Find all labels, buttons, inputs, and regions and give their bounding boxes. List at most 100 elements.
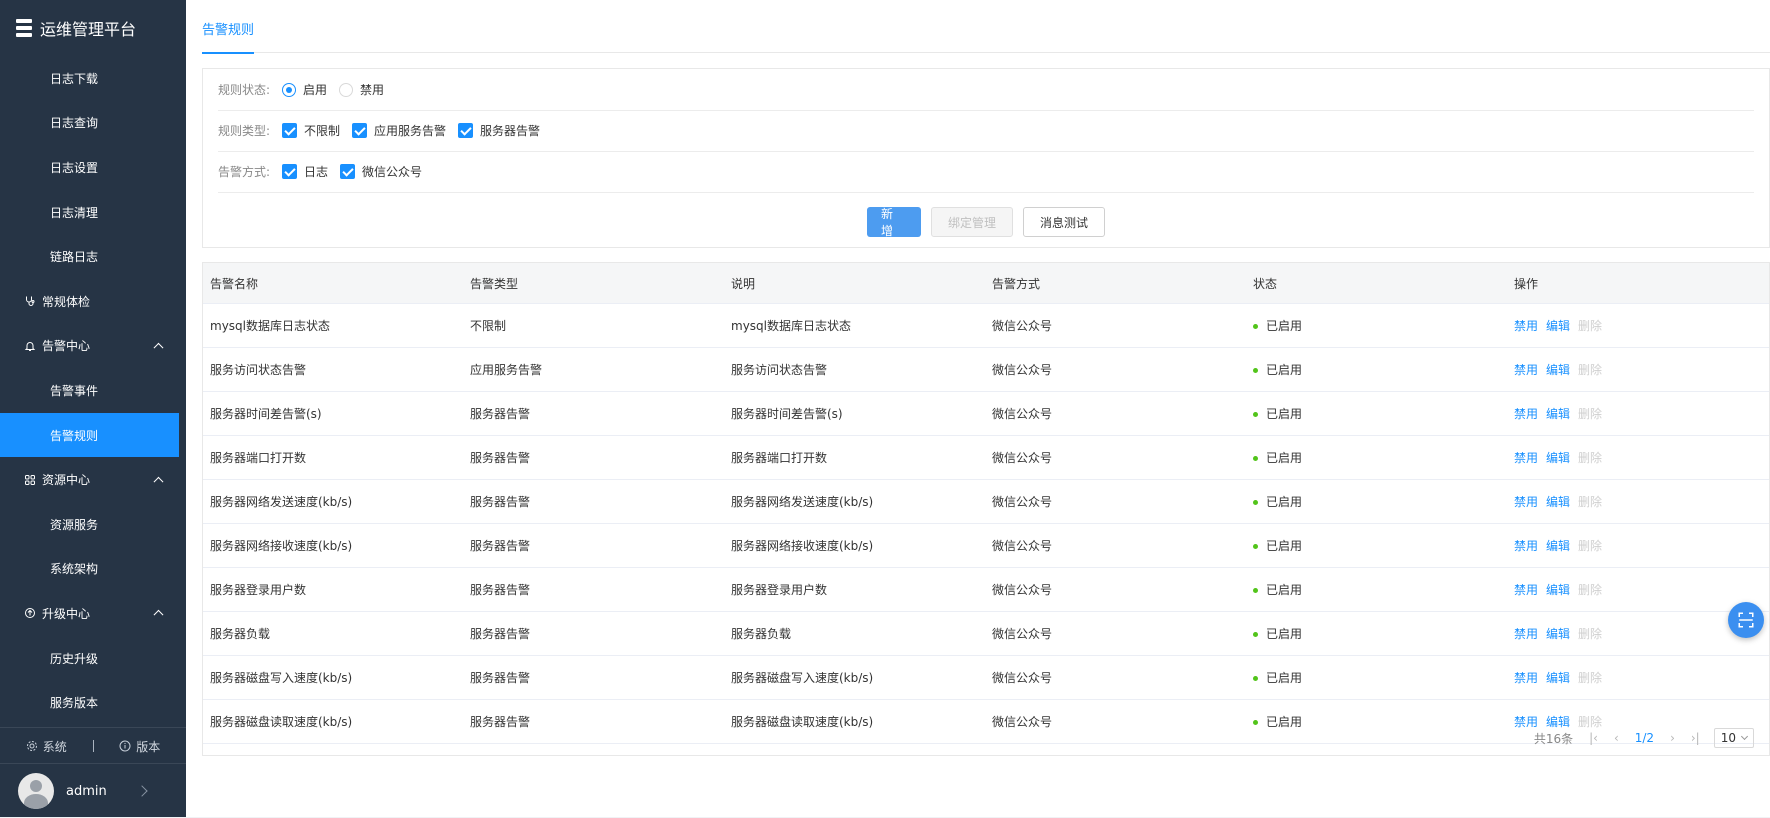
status-dot (1253, 632, 1258, 637)
sidebar-item-3[interactable]: 日志清理 (0, 190, 186, 235)
edit-link[interactable]: 编辑 (1546, 495, 1570, 509)
status-dot (1253, 324, 1258, 329)
delete-link[interactable]: 删除 (1578, 451, 1602, 465)
checkbox-type-unlimited[interactable]: 不限制 (282, 122, 340, 139)
sidebar-item-0[interactable]: 日志下载 (0, 56, 186, 101)
sidebar-item-8[interactable]: 告警规则 (0, 412, 179, 458)
disable-link[interactable]: 禁用 (1514, 407, 1538, 421)
edit-link[interactable]: 编辑 (1546, 627, 1570, 641)
filter-actions: 新 增 绑定管理 消息测试 (203, 207, 1769, 239)
message-test-button[interactable]: 消息测试 (1023, 207, 1105, 237)
radio-disabled-control[interactable] (339, 82, 354, 97)
checkbox-label: 不限制 (304, 124, 341, 138)
prev-page-icon[interactable]: ‹ (1614, 731, 1619, 745)
sidebar-item-14[interactable]: 服务版本 (0, 680, 186, 725)
delete-link[interactable]: 删除 (1578, 407, 1602, 421)
edit-link[interactable]: 编辑 (1546, 407, 1570, 421)
status-text: 已启用 (1266, 583, 1303, 597)
radio-enabled[interactable]: 启用 (282, 81, 327, 98)
page-size-value: 10 (1720, 731, 1736, 745)
disable-link[interactable]: 禁用 (1514, 627, 1538, 641)
checkbox-control[interactable] (352, 123, 368, 138)
checkbox-control[interactable] (340, 164, 356, 179)
next-page-icon[interactable]: › (1670, 731, 1675, 745)
checkbox-type-server[interactable]: 服务器告警 (458, 122, 540, 139)
checkbox-type-app[interactable]: 应用服务告警 (352, 122, 446, 139)
chevron-right-icon (136, 785, 148, 797)
system-button[interactable]: 系统 (0, 738, 93, 755)
disable-link[interactable]: 禁用 (1514, 671, 1538, 685)
bind-manage-button[interactable]: 绑定管理 (931, 207, 1013, 237)
edit-link[interactable]: 编辑 (1546, 671, 1570, 685)
cell-name: 服务器端口打开数 (203, 435, 463, 480)
edit-link[interactable]: 编辑 (1546, 583, 1570, 597)
cell-desc: 服务器网络接收速度(kb/s) (724, 523, 985, 568)
edit-link[interactable]: 编辑 (1546, 539, 1570, 553)
sidebar-item-13[interactable]: 历史升级 (0, 636, 186, 681)
checkbox-control[interactable] (282, 164, 297, 179)
disable-link[interactable]: 禁用 (1514, 495, 1538, 509)
cell-desc: 服务器端口打开数 (724, 435, 985, 480)
checkbox-control[interactable] (282, 123, 297, 138)
delete-link[interactable]: 删除 (1578, 671, 1602, 685)
first-page-icon[interactable]: |‹ (1589, 731, 1598, 745)
sidebar-item-11[interactable]: 系统架构 (0, 547, 186, 592)
delete-link[interactable]: 删除 (1578, 363, 1602, 377)
tab-alert-rules[interactable]: 告警规则 (202, 0, 255, 54)
sidebar-group-5[interactable]: 常规体检 (0, 279, 186, 324)
screenshot-scan-button[interactable] (1728, 602, 1764, 638)
add-button[interactable]: 新 增 (867, 207, 921, 238)
sidebar-item-10[interactable]: 资源服务 (0, 502, 186, 547)
filter-status-row: 规则状态: 启用 禁用 (218, 69, 1754, 111)
delete-link[interactable]: 删除 (1578, 495, 1602, 509)
edit-link[interactable]: 编辑 (1546, 319, 1570, 333)
disable-link[interactable]: 禁用 (1514, 583, 1538, 597)
checkbox-control[interactable] (458, 123, 474, 138)
disable-link[interactable]: 禁用 (1514, 319, 1538, 333)
delete-link[interactable]: 删除 (1578, 627, 1602, 641)
last-page-icon[interactable]: ›| (1691, 731, 1700, 745)
sidebar-item-1[interactable]: 日志查询 (0, 101, 186, 146)
version-button[interactable]: 版本 (94, 738, 187, 755)
filter-method-row: 告警方式: 日志 微信公众号 (218, 151, 1754, 193)
delete-link[interactable]: 删除 (1578, 715, 1602, 729)
page-size-select[interactable]: 10 (1713, 728, 1754, 748)
edit-link[interactable]: 编辑 (1546, 451, 1570, 465)
cell-desc: mysql数据库日志状态 (724, 303, 985, 348)
sidebar-group-12[interactable]: 升级中心 (0, 591, 186, 636)
sidebar-item-4[interactable]: 链路日志 (0, 234, 186, 279)
cell-type: 服务器告警 (463, 611, 724, 656)
cell-type: 服务器告警 (463, 479, 724, 524)
user-profile[interactable]: admin (0, 763, 186, 818)
delete-link[interactable]: 删除 (1578, 583, 1602, 597)
user-name: admin (66, 783, 107, 799)
cell-type: 不限制 (463, 303, 724, 348)
sidebar-group-6[interactable]: 告警中心 (0, 324, 186, 369)
checkbox-method-wechat[interactable]: 微信公众号 (340, 163, 422, 180)
disable-link[interactable]: 禁用 (1514, 539, 1538, 553)
cell-status: 已启用 (1246, 303, 1507, 348)
disable-link[interactable]: 禁用 (1514, 451, 1538, 465)
disable-link[interactable]: 禁用 (1514, 363, 1538, 377)
edit-link[interactable]: 编辑 (1546, 715, 1570, 729)
avatar (18, 773, 54, 809)
disable-link[interactable]: 禁用 (1514, 715, 1538, 729)
radio-disabled[interactable]: 禁用 (339, 81, 384, 98)
sidebar-group-9[interactable]: 资源中心 (0, 457, 186, 502)
sidebar-item-label: 日志下载 (50, 71, 99, 86)
delete-link[interactable]: 删除 (1578, 319, 1602, 333)
sidebar-item-7[interactable]: 告警事件 (0, 368, 186, 413)
checkbox-method-log[interactable]: 日志 (282, 163, 328, 180)
status-dot (1253, 544, 1258, 549)
cell-name: 服务器时间差告警(s) (203, 391, 463, 436)
edit-link[interactable]: 编辑 (1546, 363, 1570, 377)
sidebar-item-label: 资源服务 (50, 517, 99, 532)
cell-actions: 禁用 编辑 删除 (1507, 347, 1769, 392)
cell-method: 微信公众号 (985, 523, 1246, 568)
radio-enabled-control[interactable] (282, 82, 296, 97)
sidebar-item-2[interactable]: 日志设置 (0, 145, 186, 190)
cell-name: mysql数据库日志状态 (203, 303, 463, 348)
delete-link[interactable]: 删除 (1578, 539, 1602, 553)
status-dot (1253, 720, 1258, 725)
sidebar-item-label: 告警规则 (50, 428, 99, 443)
